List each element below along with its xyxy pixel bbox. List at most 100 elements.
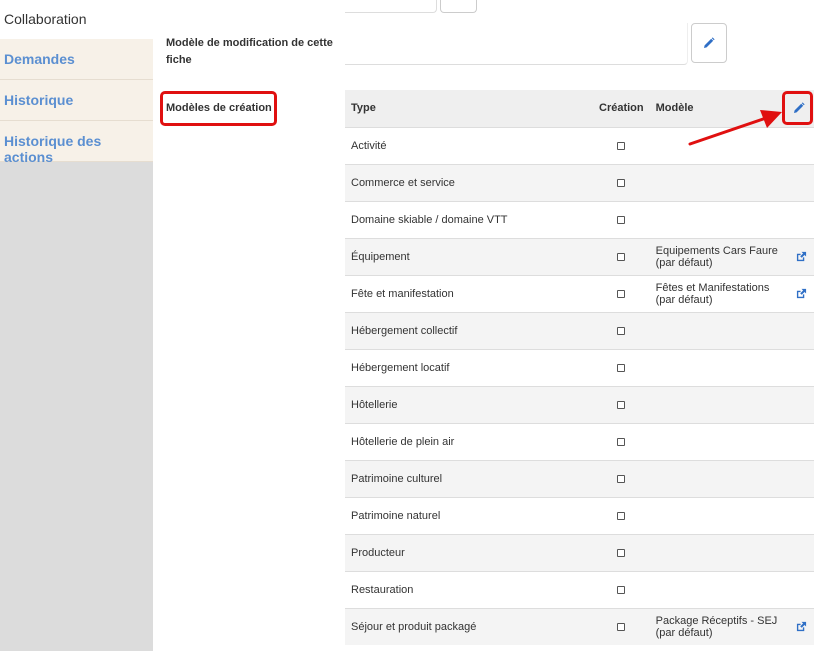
row-action-cell [788,348,814,386]
row-type: Domaine skiable / domaine VTT [345,200,591,238]
row-creation-cell [591,533,652,571]
creation-checkbox[interactable] [617,548,626,557]
table-row: Fête et manifestation Fêtes et Manifestat… [345,274,814,312]
row-action-cell [788,237,814,275]
table-row: Hôtellerie de plein air [345,422,814,460]
row-creation-cell [591,422,652,460]
row-action-cell [788,163,814,201]
row-model [651,570,788,608]
creation-checkbox[interactable] [617,474,626,483]
row-model [651,496,788,534]
row-action-cell [788,385,814,423]
column-header-type: Type [345,90,591,127]
row-creation-cell [591,274,652,312]
row-action-cell [788,607,814,645]
creation-checkbox[interactable] [617,622,626,631]
row-creation-cell [591,311,652,349]
annotation-arrow-icon [688,110,782,146]
row-action-cell [788,200,814,238]
table-row: Hébergement collectif [345,311,814,349]
table-row: Commerce et service [345,163,814,201]
open-external-icon[interactable] [796,251,807,262]
row-type: Restauration [345,570,591,608]
sidebar-item-historique-actions[interactable]: Historique des actions [0,121,153,165]
creation-checkbox[interactable] [617,585,626,594]
row-model: Package Réceptifs - SEJ (par défaut) [651,607,788,645]
row-creation-cell [591,385,652,423]
row-creation-cell [591,163,652,201]
row-model [651,422,788,460]
table-row: Domaine skiable / domaine VTT [345,200,814,238]
row-model [651,200,788,238]
row-type: Activité [345,126,591,164]
pencil-icon [704,37,715,48]
row-type: Équipement [345,237,591,275]
sidebar: Collaboration Demandes Historique Histor… [0,0,153,651]
creation-models-table: Type Création Modèle Activité Commerce et… [345,90,814,645]
table-row: Patrimoine naturel [345,496,814,534]
row-action-cell [788,126,814,164]
row-type: Hôtellerie [345,385,591,423]
modif-model-field[interactable] [345,23,688,65]
creation-models-label: Modèles de création [166,102,272,114]
row-type: Patrimoine culturel [345,459,591,497]
sidebar-title: Collaboration [0,0,153,39]
row-action-cell [788,422,814,460]
row-action-cell [788,533,814,571]
sidebar-item-historique[interactable]: Historique [0,80,153,121]
top-button[interactable] [440,0,477,13]
row-type: Patrimoine naturel [345,496,591,534]
row-creation-cell [591,126,652,164]
creation-checkbox[interactable] [617,363,626,372]
creation-checkbox[interactable] [617,511,626,520]
row-type: Séjour et produit packagé [345,607,591,645]
row-type: Hébergement collectif [345,311,591,349]
table-row: Équipement Equipements Cars Faure (par dé… [345,237,814,275]
table-row: Hébergement locatif [345,348,814,386]
row-creation-cell [591,237,652,275]
creation-checkbox[interactable] [617,141,626,150]
row-model: Equipements Cars Faure (par défaut) [651,237,788,275]
row-type: Hébergement locatif [345,348,591,386]
row-action-cell [788,274,814,312]
creation-checkbox[interactable] [617,437,626,446]
top-input-field[interactable] [345,0,437,13]
modif-model-edit-button[interactable] [691,23,727,63]
row-model [651,348,788,386]
creation-checkbox[interactable] [617,215,626,224]
table-row: Restauration [345,570,814,608]
creation-checkbox[interactable] [617,289,626,298]
creation-checkbox[interactable] [617,178,626,187]
row-creation-cell [591,459,652,497]
row-model [651,385,788,423]
row-creation-cell [591,607,652,645]
modif-model-label: Modèle de modification de cette fiche [166,37,333,66]
row-creation-cell [591,496,652,534]
row-creation-cell [591,200,652,238]
creation-checkbox[interactable] [617,400,626,409]
row-action-cell [788,496,814,534]
row-type: Fête et manifestation [345,274,591,312]
row-model: Fêtes et Manifestations (par défaut) [651,274,788,312]
table-row: Séjour et produit packagé Package Récepti… [345,607,814,645]
row-creation-cell [591,348,652,386]
open-external-icon[interactable] [796,621,807,632]
creation-checkbox[interactable] [617,326,626,335]
row-model [651,163,788,201]
row-model [651,311,788,349]
creation-checkbox[interactable] [617,252,626,261]
row-type: Producteur [345,533,591,571]
row-model [651,533,788,571]
row-model [651,459,788,497]
row-action-cell [788,570,814,608]
column-header-creation: Création [591,90,652,127]
row-action-cell [788,311,814,349]
row-type: Hôtellerie de plein air [345,422,591,460]
row-type: Commerce et service [345,163,591,201]
table-row: Hôtellerie [345,385,814,423]
table-row: Producteur [345,533,814,571]
table-row: Patrimoine culturel [345,459,814,497]
row-creation-cell [591,570,652,608]
sidebar-item-demandes[interactable]: Demandes [0,39,153,80]
open-external-icon[interactable] [796,288,807,299]
